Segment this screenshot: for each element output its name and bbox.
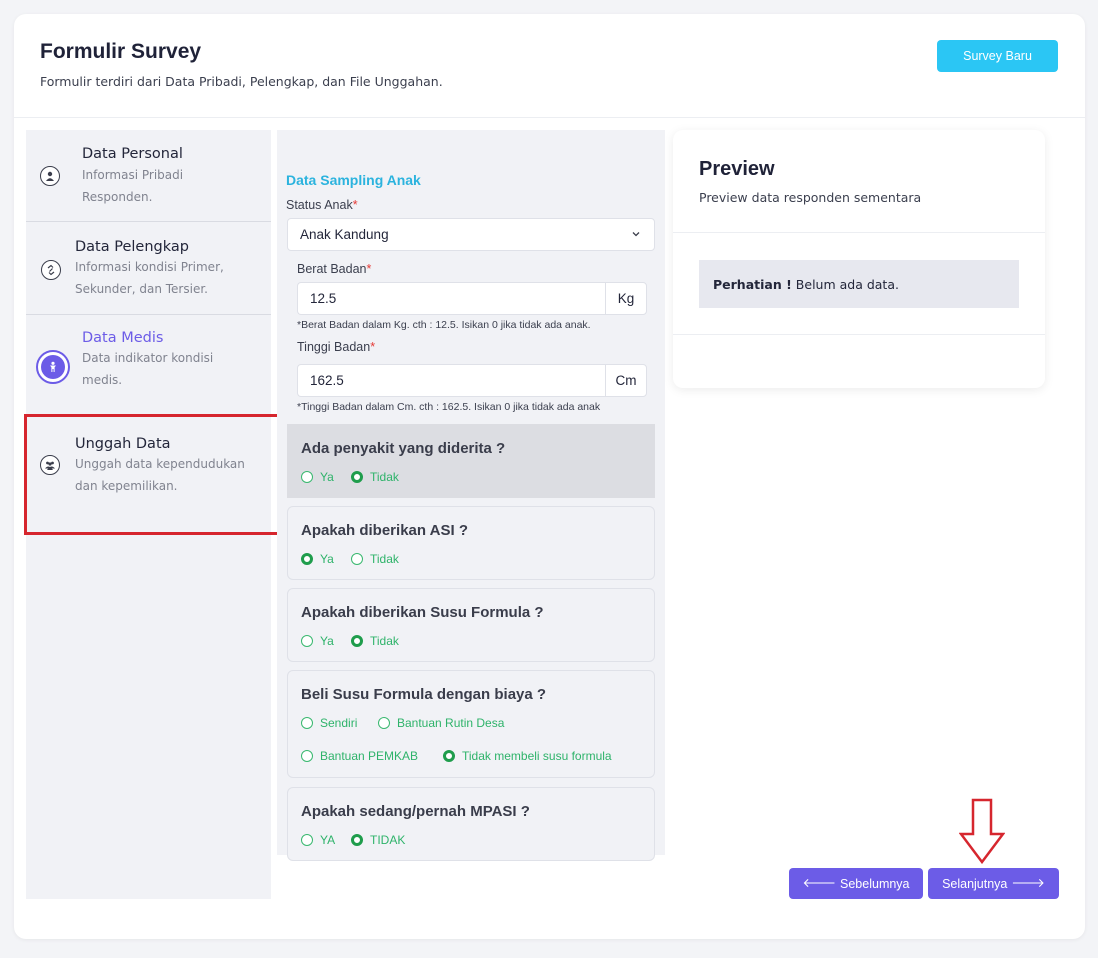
question-title: Apakah diberikan Susu Formula ?	[301, 604, 544, 621]
arrow-left-icon: 🡐	[802, 876, 837, 890]
question-title: Ada penyakit yang diderita ?	[301, 440, 506, 457]
step-desc: Data indikator kondisi	[82, 351, 214, 365]
radio-icon	[301, 750, 313, 762]
berat-badan-input[interactable]: 12.5	[297, 282, 605, 315]
radio-option[interactable]: Ya	[301, 634, 334, 648]
preview-subtitle: Preview data responden sementara	[699, 190, 922, 205]
empty-data-alert: Perhatian ! Belum ada data.	[699, 260, 1019, 308]
step-desc: Informasi Pribadi	[82, 168, 184, 182]
radio-selected-icon	[351, 471, 363, 483]
cm-unit-addon: Cm	[605, 364, 647, 397]
step-title: Data Personal	[82, 146, 183, 162]
select-value: Anak Kandung	[300, 227, 389, 242]
question-title: Beli Susu Formula dengan biaya ?	[301, 686, 547, 703]
alert-text: Belum ada data.	[795, 276, 899, 292]
step-data-medis[interactable]: Data Medis Data indikator kondisi medis.	[26, 315, 271, 405]
arrow-down-annotation-icon	[959, 798, 1005, 864]
radio-option[interactable]: Ya	[301, 552, 334, 566]
highlight-annotation-box	[24, 414, 288, 535]
radio-option[interactable]: Tidak membeli susu formula	[443, 749, 612, 763]
step-title: Data Pelengkap	[75, 239, 189, 255]
berat-badan-field: 12.5 Kg	[297, 282, 647, 315]
radio-selected-icon	[443, 750, 455, 762]
tinggi-badan-hint: *Tinggi Badan dalam Cm. cth : 162.5. Isi…	[297, 401, 601, 413]
previous-button[interactable]: 🡐 Sebelumnya	[789, 868, 923, 899]
preview-title: Preview	[699, 158, 775, 180]
radio-option[interactable]: YA	[301, 833, 335, 847]
radio-icon	[351, 553, 363, 565]
section-title: Data Sampling Anak	[286, 172, 421, 188]
radio-option[interactable]: Tidak	[351, 470, 399, 484]
divider	[673, 232, 1045, 233]
question-susu-formula: Apakah diberikan Susu Formula ? Ya Tidak	[287, 588, 655, 662]
question-title: Apakah diberikan ASI ?	[301, 522, 468, 539]
medical-form: Data Sampling Anak Status Anak* Anak Kan…	[277, 130, 665, 861]
radio-option[interactable]: Bantuan Rutin Desa	[378, 716, 504, 730]
radio-option[interactable]: Bantuan PEMKAB	[301, 749, 418, 763]
user-icon	[40, 166, 60, 186]
status-anak-select[interactable]: Anak Kandung	[287, 218, 655, 251]
berat-badan-label: Berat Badan*	[297, 262, 372, 276]
card-header: Formulir Survey Formulir terdiri dari Da…	[14, 14, 1085, 118]
radio-option[interactable]: Ya	[301, 470, 334, 484]
step-desc: Sekunder, dan Tersier.	[75, 282, 208, 296]
berat-badan-hint: *Berat Badan dalam Kg. cth : 12.5. Isika…	[297, 319, 591, 331]
radio-option[interactable]: Tidak	[351, 552, 399, 566]
step-data-personal[interactable]: Data Personal Informasi Pribadi Responde…	[26, 130, 271, 221]
tinggi-badan-field: 162.5 Cm	[297, 364, 647, 397]
divider	[673, 334, 1045, 335]
question-title: Apakah sedang/pernah MPASI ?	[301, 803, 530, 820]
tinggi-badan-input[interactable]: 162.5	[297, 364, 605, 397]
measurement-group: Berat Badan* 12.5 Kg *Berat Badan dalam …	[287, 250, 655, 420]
arrow-right-icon: 🡒	[1011, 876, 1045, 890]
question-penyakit: Ada penyakit yang diderita ? Ya Tidak	[287, 424, 655, 498]
step-desc: medis.	[82, 373, 123, 387]
previous-label: Sebelumnya	[840, 876, 910, 891]
step-title: Data Medis	[82, 330, 164, 346]
radio-selected-icon	[351, 635, 363, 647]
step-desc: Responden.	[82, 190, 153, 204]
alert-strong: Perhatian !	[713, 276, 792, 292]
radio-icon	[301, 834, 313, 846]
chevron-down-icon	[632, 232, 640, 237]
child-icon	[36, 350, 70, 384]
next-button[interactable]: Selanjutnya 🡒	[928, 868, 1059, 899]
step-data-pelengkap[interactable]: Data Pelengkap Informasi kondisi Primer,…	[26, 222, 271, 314]
status-anak-label: Status Anak*	[286, 198, 358, 212]
tinggi-badan-label: Tinggi Badan*	[297, 340, 376, 354]
next-label: Selanjutnya	[942, 876, 1008, 891]
radio-selected-icon	[301, 553, 313, 565]
radio-icon	[301, 471, 313, 483]
radio-option[interactable]: Sendiri	[301, 716, 357, 730]
radio-selected-icon	[351, 834, 363, 846]
question-mpasi: Apakah sedang/pernah MPASI ? YA TIDAK	[287, 787, 655, 861]
link-icon	[41, 260, 61, 280]
new-survey-button[interactable]: Survey Baru	[937, 40, 1058, 72]
step-desc: Informasi kondisi Primer,	[75, 260, 224, 274]
question-asi: Apakah diberikan ASI ? Ya Tidak	[287, 506, 655, 580]
kg-unit-addon: Kg	[605, 282, 647, 315]
page-subtitle: Formulir terdiri dari Data Pribadi, Pele…	[40, 74, 443, 89]
radio-icon	[301, 717, 313, 729]
question-biaya-susu: Beli Susu Formula dengan biaya ? Sendiri…	[287, 670, 655, 778]
preview-card: Preview Preview data responden sementara…	[673, 130, 1045, 388]
page-title: Formulir Survey	[40, 40, 202, 63]
radio-option[interactable]: TIDAK	[351, 833, 405, 847]
radio-icon	[301, 635, 313, 647]
radio-option[interactable]: Tidak	[351, 634, 399, 648]
radio-icon	[378, 717, 390, 729]
